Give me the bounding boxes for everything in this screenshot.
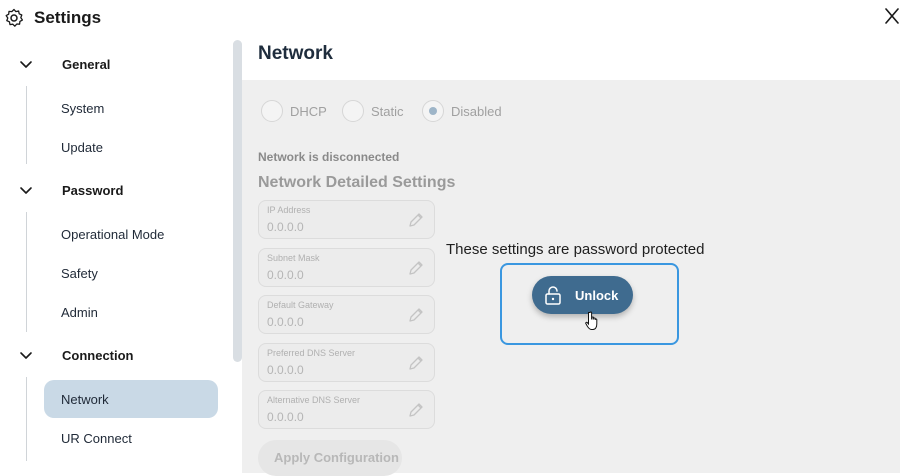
pencil-icon[interactable]	[407, 211, 425, 229]
detailed-settings-title: Network Detailed Settings	[258, 174, 456, 191]
sidebar-item-label: Update	[61, 140, 103, 155]
sidebar-item-label: UR Connect	[61, 431, 132, 446]
sidebar-item-label: System	[61, 101, 105, 116]
sidebar-item-label: Network	[61, 392, 109, 407]
sidebar-group-general[interactable]: General	[0, 46, 232, 82]
field-value: 0.0.0.0	[267, 363, 304, 377]
sidebar-group-password[interactable]: Password	[0, 172, 232, 208]
title-bar: Settings	[0, 0, 900, 36]
field-label: Default Gateway	[267, 300, 334, 310]
apply-configuration-button[interactable]: Apply Configuration	[258, 440, 402, 476]
sidebar-item-system[interactable]: System	[44, 89, 218, 127]
field-value: 0.0.0.0	[267, 315, 304, 329]
unlock-button[interactable]: Unlock	[532, 276, 633, 314]
radio-label-disabled: Disabled	[451, 104, 502, 119]
ip-address-field[interactable]: IP Address 0.0.0.0	[258, 200, 435, 239]
chevron-down-icon	[20, 61, 32, 68]
unlock-button-label: Unlock	[575, 288, 619, 303]
section-heading: Network	[258, 43, 333, 64]
field-value: 0.0.0.0	[267, 410, 304, 424]
sidebar-group-label: General	[62, 57, 111, 72]
page-title: Settings	[34, 8, 102, 27]
sidebar-item-safety[interactable]: Safety	[44, 254, 218, 292]
sidebar-item-label: Safety	[61, 266, 98, 281]
pencil-icon[interactable]	[407, 259, 425, 277]
sidebar-item-network[interactable]: Network	[44, 380, 218, 418]
subnet-mask-field[interactable]: Subnet Mask 0.0.0.0	[258, 248, 435, 287]
hand-cursor-icon	[585, 311, 598, 330]
radio-static[interactable]	[342, 100, 364, 122]
sidebar-item-update[interactable]: Update	[44, 128, 218, 166]
sidebar-group-label: Connection	[62, 348, 134, 363]
field-label: IP Address	[267, 205, 311, 215]
sidebar-scrollbar[interactable]	[233, 40, 242, 362]
field-label: Subnet Mask	[267, 253, 320, 263]
radio-dhcp[interactable]	[261, 100, 283, 122]
sidebar-item-label: Admin	[61, 305, 98, 320]
field-value: 0.0.0.0	[267, 220, 304, 234]
chevron-down-icon	[20, 187, 32, 194]
preferred-dns-field[interactable]: Preferred DNS Server 0.0.0.0	[258, 343, 435, 382]
sidebar-item-operational-mode[interactable]: Operational Mode	[44, 215, 218, 253]
sidebar-item-ur-connect[interactable]: UR Connect	[44, 419, 218, 457]
lock-icon	[545, 286, 561, 305]
field-label: Preferred DNS Server	[267, 348, 356, 358]
chevron-down-icon	[20, 352, 32, 359]
sidebar-item-label: Operational Mode	[61, 227, 165, 242]
pencil-icon[interactable]	[407, 354, 425, 372]
alternative-dns-field[interactable]: Alternative DNS Server 0.0.0.0	[258, 390, 435, 429]
pencil-icon[interactable]	[407, 401, 425, 419]
connection-status: Network is disconnected	[258, 150, 400, 164]
tree-line	[26, 212, 27, 332]
radio-label-dhcp: DHCP	[290, 104, 327, 119]
sidebar-group-label: Password	[62, 183, 124, 198]
sidebar-item-admin[interactable]: Admin	[44, 293, 218, 331]
pencil-icon[interactable]	[407, 306, 425, 324]
password-protected-message: These settings are password protected	[446, 241, 705, 258]
default-gateway-field[interactable]: Default Gateway 0.0.0.0	[258, 295, 435, 334]
tree-line	[26, 86, 27, 164]
sidebar-group-connection[interactable]: Connection	[0, 337, 232, 373]
gear-icon	[5, 8, 24, 27]
field-value: 0.0.0.0	[267, 268, 304, 282]
radio-disabled[interactable]	[422, 100, 444, 122]
radio-label-static: Static	[371, 104, 404, 119]
apply-button-label: Apply Configuration	[274, 450, 399, 465]
field-label: Alternative DNS Server	[267, 395, 361, 405]
tree-line	[26, 377, 27, 461]
close-icon[interactable]	[884, 6, 900, 26]
